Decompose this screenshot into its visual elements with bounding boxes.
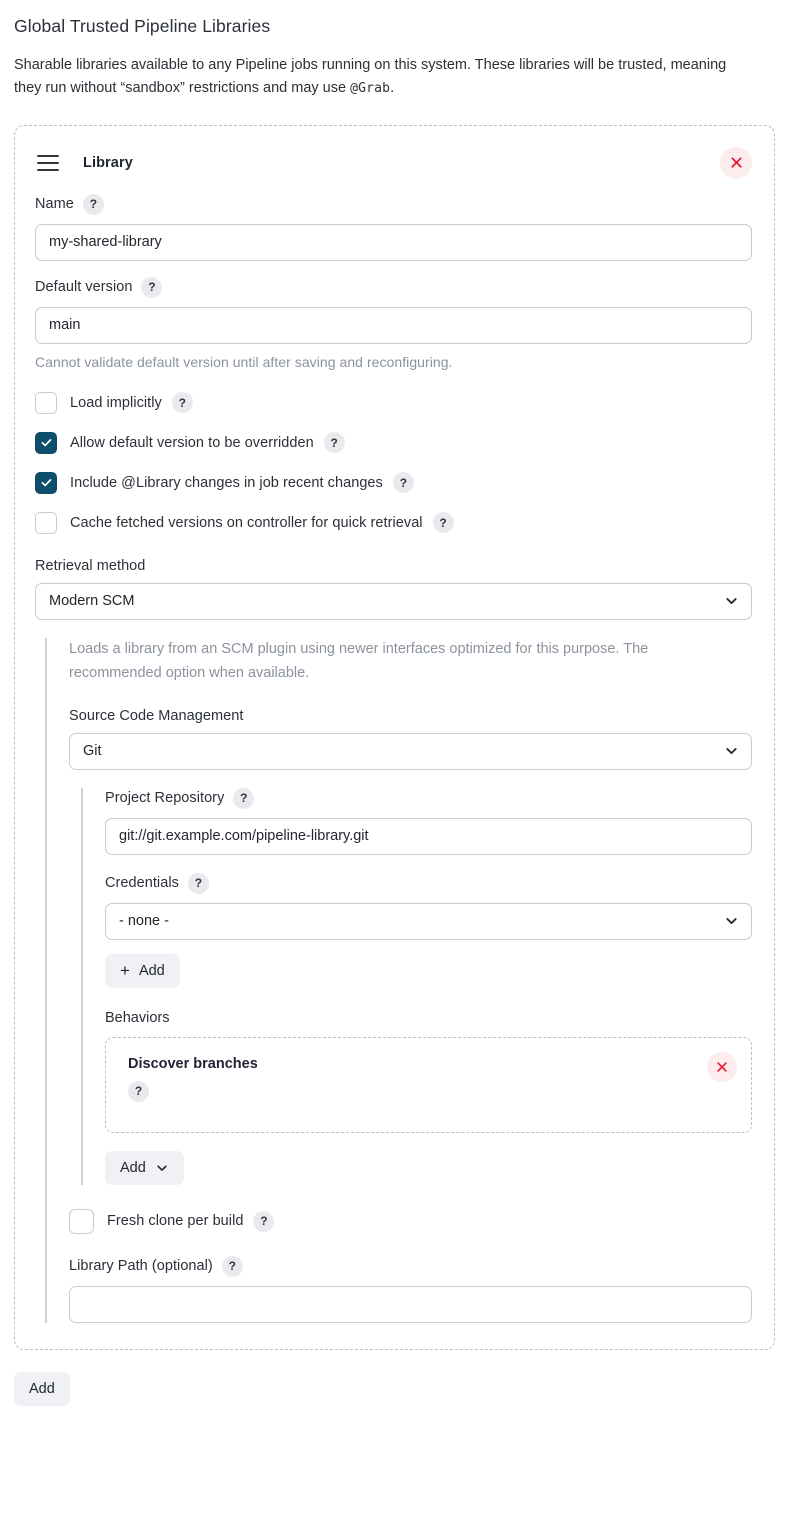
library-card: Library Name ? Default version ? Cannot … (14, 124, 775, 1350)
library-path-label: Library Path (optional) (69, 1258, 213, 1275)
check-icon (41, 479, 51, 487)
credentials-label: Credentials (105, 875, 179, 892)
scm-field-group: Source Code Management Git (69, 708, 752, 770)
include-library-changes-label: Include @Library changes in job recent c… (70, 474, 383, 491)
behavior-title: Discover branches (128, 1055, 258, 1072)
name-label-row: Name ? (35, 193, 752, 215)
default-version-help-icon[interactable]: ? (141, 276, 163, 298)
retrieval-method-select[interactable]: Modern SCM (35, 582, 752, 620)
add-credentials-button[interactable]: + Add (105, 953, 180, 988)
default-version-input[interactable] (35, 306, 752, 344)
cache-fetched-versions-label: Cache fetched versions on controller for… (70, 514, 423, 531)
retrieval-method-label: Retrieval method (35, 557, 146, 574)
credentials-label-row: Credentials ? (105, 872, 752, 894)
scm-label: Source Code Management (69, 707, 244, 724)
cache-fetched-versions-help-icon[interactable]: ? (432, 512, 454, 534)
behavior-item-discover-branches: Discover branches ? (105, 1036, 752, 1133)
library-path-help-icon[interactable]: ? (221, 1255, 243, 1277)
behaviors-label: Behaviors (105, 1009, 170, 1026)
add-behavior-label: Add (120, 1159, 146, 1176)
close-x-icon (717, 1062, 727, 1072)
project-repository-help-icon[interactable]: ? (233, 787, 255, 809)
add-library-label: Add (29, 1380, 55, 1397)
load-implicitly-label: Load implicitly (70, 394, 162, 411)
page-root: Global Trusted Pipeline Libraries Sharab… (0, 0, 789, 1516)
checkbox-row-cache-fetched-versions: Cache fetched versions on controller for… (35, 511, 752, 534)
checkbox-row-allow-override: Allow default version to be overridden ? (35, 431, 752, 454)
plus-icon: + (120, 961, 130, 981)
name-label: Name (35, 196, 74, 213)
name-field-group: Name ? (35, 193, 752, 261)
credentials-help-icon[interactable]: ? (187, 872, 209, 894)
retrieval-method-field-group: Retrieval method Modern SCM (35, 558, 752, 620)
retrieval-method-select-wrap: Modern SCM (35, 582, 752, 620)
credentials-select[interactable]: - none - (105, 902, 752, 940)
scm-select[interactable]: Git (69, 732, 752, 770)
hamburger-drag-icon[interactable] (37, 154, 59, 171)
fresh-clone-per-build-checkbox[interactable] (69, 1208, 94, 1234)
add-behavior-button[interactable]: Add (105, 1150, 184, 1185)
fresh-clone-per-build-help-icon[interactable]: ? (253, 1210, 275, 1232)
project-repository-label-row: Project Repository ? (105, 787, 752, 809)
scm-label-row: Source Code Management (69, 708, 752, 724)
retrieval-method-description: Loads a library from an SCM plugin using… (69, 640, 649, 681)
library-card-header: Library (35, 146, 752, 179)
close-x-icon (730, 157, 742, 169)
scm-select-wrap: Git (69, 732, 752, 770)
library-path-input[interactable] (69, 1285, 752, 1323)
close-library-button[interactable] (720, 146, 752, 179)
add-library-button[interactable]: Add (14, 1371, 70, 1406)
allow-default-version-override-help-icon[interactable]: ? (323, 432, 345, 454)
default-version-label: Default version (35, 279, 133, 296)
name-input[interactable] (35, 223, 752, 261)
footer-actions: Add (14, 1371, 789, 1406)
check-icon (41, 439, 51, 447)
fresh-clone-per-build-label: Fresh clone per build (107, 1213, 244, 1230)
page-title: Global Trusted Pipeline Libraries (14, 16, 271, 36)
library-path-label-row: Library Path (optional) ? (69, 1255, 752, 1277)
retrieval-method-label-row: Retrieval method (35, 558, 752, 574)
library-path-field-group: Library Path (optional) ? (69, 1255, 752, 1323)
project-repository-label: Project Repository (105, 790, 225, 807)
name-help-icon[interactable]: ? (82, 193, 104, 215)
chevron-down-icon (157, 1165, 167, 1171)
default-version-label-row: Default version ? (35, 276, 752, 298)
checkbox-row-load-implicitly: Load implicitly ? (35, 391, 752, 414)
page-description-text-2: . (390, 80, 395, 97)
checkbox-row-fresh-clone: Fresh clone per build ? (69, 1208, 752, 1234)
load-implicitly-help-icon[interactable]: ? (171, 392, 193, 414)
add-credentials-label: Add (138, 962, 165, 979)
allow-default-version-override-checkbox[interactable] (35, 431, 57, 454)
page-description: Sharable libraries available to any Pipe… (0, 37, 775, 101)
git-scm-details: Project Repository ? Credentials ? - non… (81, 787, 752, 1185)
library-options-checkbox-list: Load implicitly ? Allow default version … (35, 391, 752, 534)
remove-behavior-button[interactable] (707, 1051, 737, 1082)
include-library-changes-checkbox[interactable] (35, 471, 57, 494)
project-repository-field-group: Project Repository ? (105, 787, 752, 855)
project-repository-input[interactable] (105, 817, 752, 855)
behavior-help-icon[interactable]: ? (128, 1080, 149, 1102)
grab-annotation-code: @Grab (350, 81, 391, 97)
allow-default-version-override-label: Allow default version to be overridden (70, 434, 314, 451)
default-version-hint: Cannot validate default version until af… (35, 353, 453, 370)
default-version-field-group: Default version ? Cannot validate defaul… (35, 276, 752, 370)
cache-fetched-versions-checkbox[interactable] (35, 511, 57, 534)
credentials-field-group: Credentials ? - none - + Add (105, 872, 752, 988)
checkbox-row-include-library-changes: Include @Library changes in job recent c… (35, 471, 752, 494)
credentials-select-wrap: - none - (105, 902, 752, 940)
library-card-title: Library (83, 154, 133, 171)
load-implicitly-checkbox[interactable] (35, 391, 57, 414)
include-library-changes-help-icon[interactable]: ? (392, 472, 414, 494)
retrieval-method-details: Loads a library from an SCM plugin using… (45, 637, 752, 1323)
